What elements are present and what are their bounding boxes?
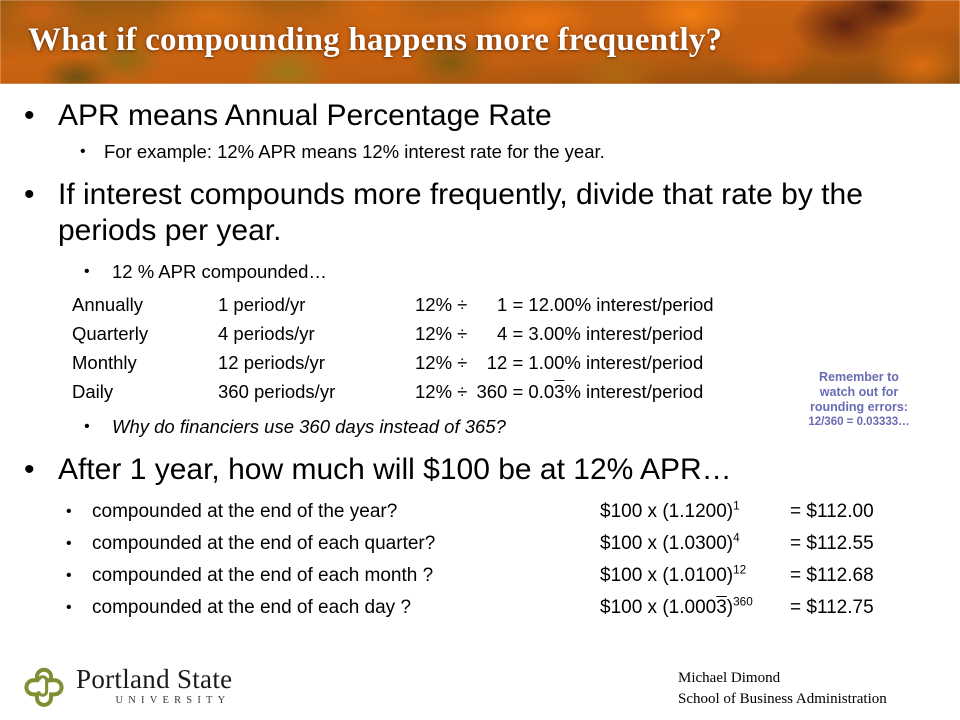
bullet-compound-sub: • 12 % APR compounded… bbox=[0, 260, 960, 284]
row-frequency: Quarterly bbox=[72, 323, 149, 344]
bullet-icon: • bbox=[24, 99, 35, 132]
answer-formula: $100 x (1.0003)360 bbox=[600, 595, 753, 618]
answer-formula: $100 x (1.0300)4 bbox=[600, 531, 740, 554]
table-row: Annually 1 period/yr 12% ÷ 1 = 12.00% int… bbox=[0, 290, 960, 319]
portland-state-logo: Portland State UNIVERSITY bbox=[22, 664, 232, 708]
note-line-1: Remember to bbox=[819, 370, 899, 384]
answer-result: = $112.75 bbox=[790, 597, 874, 618]
row-periods: 4 periods/yr bbox=[218, 323, 315, 344]
row-frequency: Monthly bbox=[72, 352, 137, 373]
logo-name: Portland State bbox=[76, 663, 233, 694]
row-calculation: 12% ÷ 1 = 12.00% interest/period bbox=[415, 294, 714, 315]
answer-result: = $112.68 bbox=[790, 565, 874, 586]
bullet-after-year-heading: • After 1 year, how much will $100 be at… bbox=[0, 452, 960, 488]
list-item: • compounded at the end of each month ? … bbox=[0, 560, 960, 592]
row-calculation: 12% ÷ 360 = 0.03% interest/period bbox=[415, 381, 704, 402]
row-frequency: Daily bbox=[72, 381, 114, 402]
slide-title: What if compounding happens more frequen… bbox=[28, 22, 723, 58]
note-line-3: rounding errors: bbox=[810, 400, 908, 414]
row-calculation: 12% ÷ 4 = 3.00% interest/period bbox=[415, 323, 704, 344]
psu-quatrefoil-logo-icon bbox=[24, 667, 64, 707]
note-line-2: watch out for bbox=[819, 385, 899, 399]
bullet-compound-heading: • If interest compounds more frequently,… bbox=[0, 177, 960, 249]
bullet-why-360-text: Why do financiers use 360 days instead o… bbox=[112, 416, 506, 437]
bullet-compound-sub-text: 12 % APR compounded… bbox=[112, 261, 327, 282]
row-periods: 1 period/yr bbox=[218, 294, 306, 315]
answer-question: compounded at the end of each day ? bbox=[92, 597, 412, 618]
bullet-apr-heading-text: APR means Annual Percentage Rate bbox=[58, 99, 552, 132]
logo-subtitle: UNIVERSITY bbox=[115, 694, 231, 706]
answer-question: compounded at the end of each quarter? bbox=[92, 533, 436, 554]
bullet-apr-heading: • APR means Annual Percentage Rate bbox=[0, 98, 960, 134]
rounding-errors-note: Remember to watch out for rounding error… bbox=[764, 370, 954, 430]
bullet-apr-example-text: For example: 12% APR means 12% interest … bbox=[104, 141, 605, 162]
bullet-apr-example: • For example: 12% APR means 12% interes… bbox=[0, 140, 960, 164]
list-item: • compounded at the end of each quarter?… bbox=[0, 528, 960, 560]
table-row: Quarterly 4 periods/yr 12% ÷ 4 = 3.00% in… bbox=[0, 319, 960, 348]
logo-wordmark: Portland State UNIVERSITY bbox=[76, 663, 233, 707]
answer-question: compounded at the end of the year? bbox=[92, 501, 398, 522]
answer-result: = $112.00 bbox=[790, 501, 874, 522]
answer-question: compounded at the end of each month ? bbox=[92, 565, 434, 586]
bullet-icon: • bbox=[84, 418, 90, 435]
bullet-icon: • bbox=[66, 503, 72, 520]
bullet-icon: • bbox=[24, 453, 35, 486]
repeating-decimal-overline: 3 bbox=[716, 597, 727, 618]
author-attribution: Michael Dimond School of Business Admini… bbox=[678, 668, 887, 710]
note-line-4: 12/360 = 0.03333… bbox=[808, 416, 910, 428]
row-periods: 360 periods/yr bbox=[218, 381, 336, 402]
answer-formula: $100 x (1.0100)12 bbox=[600, 563, 747, 586]
repeating-decimal-overline: 3 bbox=[554, 381, 565, 402]
bullet-icon: • bbox=[80, 143, 86, 160]
list-item: • compounded at the end of the year? $10… bbox=[0, 496, 960, 528]
row-calculation: 12% ÷ 12 = 1.00% interest/period bbox=[415, 352, 704, 373]
slide-body: • APR means Annual Percentage Rate • For… bbox=[0, 84, 960, 624]
list-item: • compounded at the end of each day ? $1… bbox=[0, 592, 960, 624]
compound-answers-list: • compounded at the end of the year? $10… bbox=[0, 496, 960, 624]
bullet-icon: • bbox=[24, 178, 35, 211]
bullet-compound-heading-text: If interest compounds more frequently, d… bbox=[58, 178, 863, 247]
bullet-icon: • bbox=[66, 599, 72, 616]
bullet-icon: • bbox=[66, 567, 72, 584]
author-department: School of Business Administration bbox=[678, 691, 887, 707]
bullet-after-year-heading-text: After 1 year, how much will $100 be at 1… bbox=[58, 453, 732, 486]
answer-result: = $112.55 bbox=[790, 533, 874, 554]
bullet-icon: • bbox=[66, 535, 72, 552]
author-name: Michael Dimond bbox=[678, 670, 781, 686]
answer-formula: $100 x (1.1200)1 bbox=[600, 499, 740, 522]
row-frequency: Annually bbox=[72, 294, 143, 315]
row-periods: 12 periods/yr bbox=[218, 352, 325, 373]
bullet-icon: • bbox=[84, 263, 90, 280]
title-banner: What if compounding happens more frequen… bbox=[0, 0, 960, 84]
